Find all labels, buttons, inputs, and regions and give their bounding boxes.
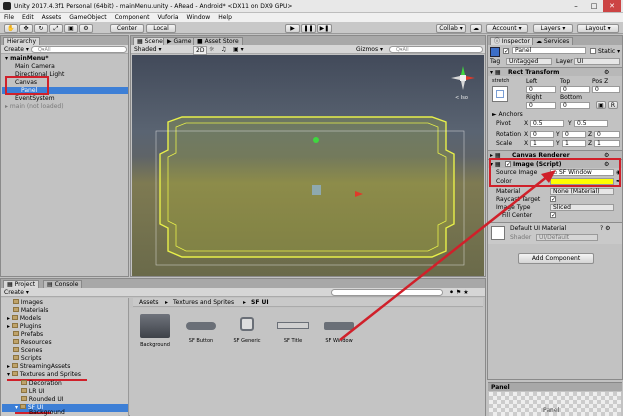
annotation-overlay xyxy=(339,170,556,341)
annotation-arrow-line xyxy=(339,175,549,341)
